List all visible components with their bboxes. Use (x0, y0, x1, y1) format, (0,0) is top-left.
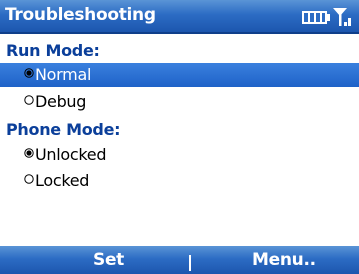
page-title: Troubleshooting (5, 5, 156, 25)
status-icons (302, 8, 351, 26)
radio-unselected-icon (24, 95, 34, 105)
run-mode-label: Run Mode: (6, 41, 100, 60)
option-label: Debug (35, 92, 87, 111)
option-label: Locked (35, 171, 90, 190)
phone-mode-label: Phone Mode: (6, 120, 121, 139)
radio-option-locked[interactable]: Locked (0, 169, 359, 193)
title-bar: Troubleshooting (0, 0, 359, 34)
radio-option-debug[interactable]: Debug (0, 90, 359, 114)
radio-option-unlocked[interactable]: Unlocked (0, 143, 359, 167)
battery-icon (302, 11, 330, 24)
radio-selected-icon (24, 148, 34, 158)
radio-option-normal[interactable]: Normal (0, 63, 359, 87)
option-label: Normal (35, 65, 92, 84)
radio-unselected-icon (24, 174, 34, 184)
radio-selected-icon (24, 68, 34, 78)
set-softkey[interactable]: Set (93, 250, 124, 270)
softkey-divider (189, 255, 191, 271)
menu-softkey[interactable]: Menu.. (252, 250, 316, 270)
signal-icon (333, 8, 351, 26)
option-label: Unlocked (35, 145, 107, 164)
softkey-bar: Set Menu.. (0, 246, 359, 274)
